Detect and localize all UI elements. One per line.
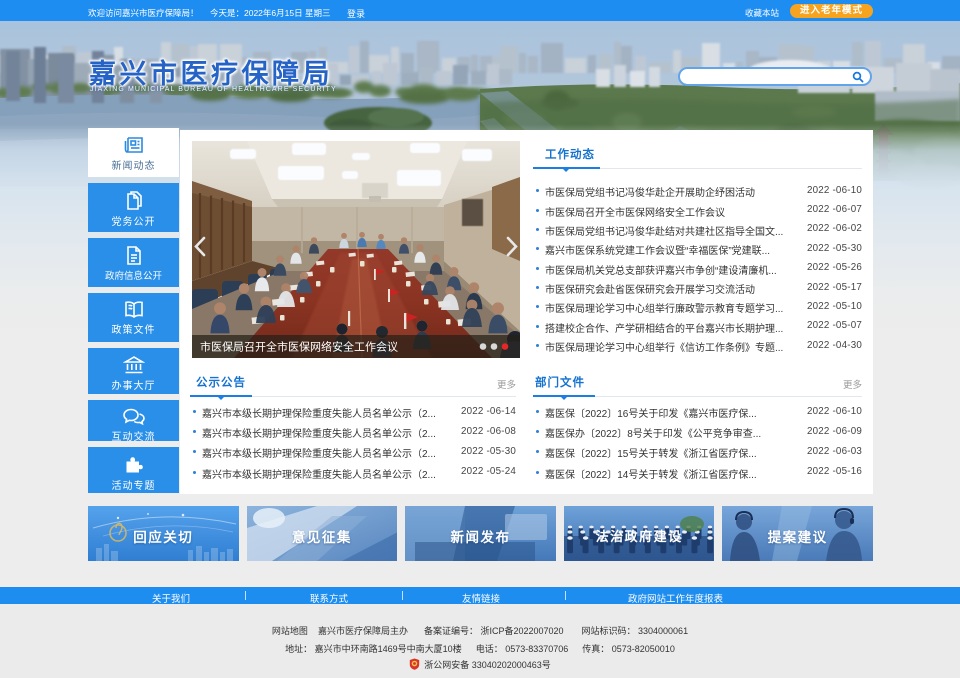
svg-text:市医保局召开全市医保网络安全工作会议: 市医保局召开全市医保网络安全工作会议 bbox=[200, 340, 398, 354]
